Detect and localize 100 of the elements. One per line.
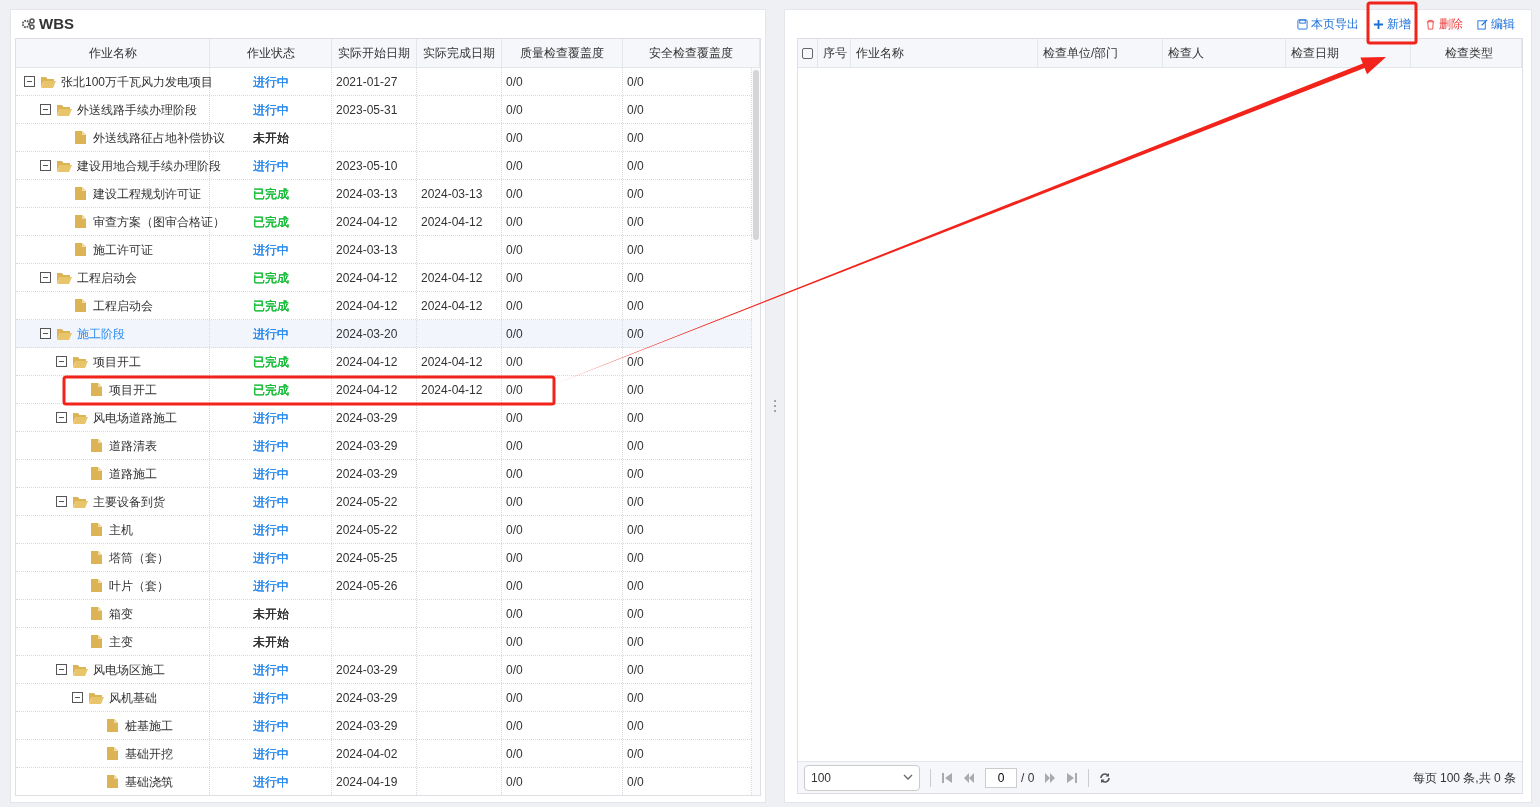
tree-node-label[interactable]: 工程启动会 (77, 268, 137, 287)
splitter-handle[interactable] (774, 399, 776, 413)
tree-node-label[interactable]: 审查方案（图审合格证） (93, 212, 225, 231)
table-cell-text: 0/0 (506, 577, 523, 595)
tree-row[interactable]: 项目开工 已完成 2024-04-12 2024-04-12 0/0 0/0 (16, 348, 752, 376)
page-size-select[interactable]: 100 (804, 764, 920, 791)
tree-node-label[interactable]: 主机 (109, 520, 133, 539)
table-cell-text: 2024-04-12 (421, 297, 483, 315)
status-text: 进行中 (252, 101, 289, 119)
tree-node-label[interactable]: 外送线路征占地补偿协议 (93, 128, 225, 147)
tree-row[interactable]: 工程启动会 已完成 2024-04-12 2024-04-12 0/0 0/0 (16, 264, 752, 292)
column-header[interactable]: 安全检查覆盖度 (623, 39, 760, 67)
tree-row[interactable]: 施工阶段 进行中 2024-03-20 0/0 0/0 (16, 320, 752, 348)
tree-node-label[interactable]: 建设用地合规手续办理阶段 (77, 156, 221, 175)
tree-node-label[interactable]: 张北100万千瓦风力发电项目 (61, 72, 214, 91)
tree-row[interactable]: 风电场区施工 进行中 2024-03-29 0/0 0/0 (16, 656, 752, 684)
column-header[interactable]: 作业名称 (16, 39, 210, 67)
tree-node-label[interactable]: 项目开工 (93, 352, 141, 371)
tree-node-label[interactable]: 道路清表 (109, 436, 157, 455)
tree-row[interactable]: 建设用地合规手续办理阶段 进行中 2023-05-10 0/0 0/0 (16, 152, 752, 180)
collapse-toggle-icon[interactable] (40, 104, 51, 115)
tree-node-label[interactable]: 风电场道路施工 (93, 408, 177, 427)
tree-row[interactable]: 主变 未开始 0/0 0/0 (16, 628, 752, 656)
toolbar-button[interactable]: 新增 (1373, 15, 1411, 33)
tree-node-label[interactable]: 工程启动会 (93, 296, 153, 315)
tree-row[interactable]: 主要设备到货 进行中 2024-05-22 0/0 0/0 (16, 488, 752, 516)
status-text: 进行中 (252, 241, 289, 259)
tree-node-label[interactable]: 叶片（套） (109, 576, 169, 595)
tree-node-label[interactable]: 基础开挖 (125, 744, 173, 763)
table-cell-text: 2024-03-29 (336, 437, 398, 455)
page-total: / 0 (1021, 769, 1035, 787)
folder-icon (57, 327, 72, 340)
tree-node-label[interactable]: 主变 (109, 632, 133, 651)
tree-row[interactable]: 风电场道路施工 进行中 2024-03-29 0/0 0/0 (16, 404, 752, 432)
tree-row[interactable]: 主机 进行中 2024-05-22 0/0 0/0 (16, 516, 752, 544)
refresh-icon[interactable] (1099, 771, 1112, 784)
tree-row[interactable]: 桩基施工 进行中 2024-03-29 0/0 0/0 (16, 712, 752, 740)
tree-row[interactable]: 风机基础 进行中 2024-03-29 0/0 0/0 (16, 684, 752, 712)
table-cell-text: 0/0 (627, 129, 644, 147)
column-header[interactable]: 实际完成日期 (417, 39, 502, 67)
tree-row[interactable]: 施工许可证 进行中 2024-03-13 0/0 0/0 (16, 236, 752, 264)
table-cell-text: 0/0 (627, 745, 644, 763)
collapse-toggle-icon[interactable] (56, 664, 67, 675)
collapse-toggle-icon[interactable] (56, 496, 67, 507)
collapse-toggle-icon[interactable] (56, 412, 67, 423)
status-text: 进行中 (252, 437, 289, 455)
table-cell-text: 2024-05-26 (336, 577, 398, 595)
tree-node-label[interactable]: 项目开工 (109, 380, 157, 399)
panel-title: WBS (39, 13, 74, 34)
tree-row[interactable]: 审查方案（图审合格证） 已完成 2024-04-12 2024-04-12 0/0 0/0 (16, 208, 752, 236)
tree-row[interactable]: 道路清表 进行中 2024-03-29 0/0 0/0 (16, 432, 752, 460)
table-cell-text: 0/0 (506, 241, 523, 259)
column-header[interactable]: 检查单位/部门 (1038, 39, 1163, 67)
toolbar-button[interactable]: 删除 (1425, 15, 1463, 33)
tree-row[interactable]: 项目开工 已完成 2024-04-12 2024-04-12 0/0 0/0 (16, 376, 752, 404)
column-header[interactable]: 作业状态 (210, 39, 332, 67)
tree-row[interactable]: 叶片（套） 进行中 2024-05-26 0/0 0/0 (16, 572, 752, 600)
table-cell-text: 0/0 (627, 381, 644, 399)
tree-node-label[interactable]: 主要设备到货 (93, 492, 165, 511)
tree-row[interactable]: 外送线路征占地补偿协议 未开始 0/0 0/0 (16, 124, 752, 152)
tree-row[interactable]: 箱变 未开始 0/0 0/0 (16, 600, 752, 628)
column-header[interactable]: 质量检查覆盖度 (502, 39, 623, 67)
tree-row[interactable]: 基础开挖 进行中 2024-04-02 0/0 0/0 (16, 740, 752, 768)
tree-node-label[interactable]: 塔筒（套） (109, 548, 169, 567)
tree-row[interactable]: 外送线路手续办理阶段 进行中 2023-05-31 0/0 0/0 (16, 96, 752, 124)
tree-node-label[interactable]: 风机基础 (109, 688, 157, 707)
column-header[interactable]: 检查类型 (1411, 39, 1522, 67)
file-icon (105, 775, 120, 788)
column-header[interactable]: 实际开始日期 (332, 39, 417, 67)
tree-row[interactable]: 张北100万千瓦风力发电项目 进行中 2021-01-27 0/0 0/0 (16, 68, 752, 96)
collapse-toggle-icon[interactable] (24, 76, 35, 87)
tree-row[interactable]: 道路施工 进行中 2024-03-29 0/0 0/0 (16, 460, 752, 488)
tree-node-label[interactable]: 建设工程规划许可证 (93, 184, 201, 203)
collapse-toggle-icon[interactable] (40, 272, 51, 283)
tree-row[interactable]: 建设工程规划许可证 已完成 2024-03-13 2024-03-13 0/0 0/0 (16, 180, 752, 208)
file-icon (105, 719, 120, 732)
column-header[interactable]: 作业名称 (851, 39, 1038, 67)
tree-node-label[interactable]: 基础浇筑 (125, 772, 173, 791)
toolbar-button[interactable]: 本页导出 (1297, 15, 1359, 33)
collapse-toggle-icon[interactable] (40, 160, 51, 171)
tree-node-label[interactable]: 风电场区施工 (93, 660, 165, 679)
table-cell-text: 2024-04-19 (336, 773, 398, 791)
toolbar-button[interactable]: 编辑 (1477, 15, 1515, 33)
tree-node-label[interactable]: 桩基施工 (125, 716, 173, 735)
scrollbar[interactable] (752, 68, 760, 795)
table-cell-text: 0/0 (627, 269, 644, 287)
file-icon (89, 635, 104, 648)
collapse-toggle-icon[interactable] (72, 692, 83, 703)
tree-row[interactable]: 塔筒（套） 进行中 2024-05-25 0/0 0/0 (16, 544, 752, 572)
status-text: 进行中 (252, 577, 289, 595)
collapse-toggle-icon[interactable] (40, 328, 51, 339)
collapse-toggle-icon[interactable] (56, 356, 67, 367)
tree-node-label[interactable]: 箱变 (109, 604, 133, 623)
page-input[interactable]: 0 (985, 767, 1017, 788)
column-header[interactable]: 序号 (818, 39, 851, 67)
tree-node-label[interactable]: 道路施工 (109, 464, 157, 483)
column-header[interactable]: 检查人 (1163, 39, 1286, 67)
table-cell-text: 2024-03-13 (421, 185, 483, 203)
tree-node-label[interactable]: 施工许可证 (93, 240, 153, 259)
tree-node-label[interactable]: 外送线路手续办理阶段 (77, 100, 197, 119)
